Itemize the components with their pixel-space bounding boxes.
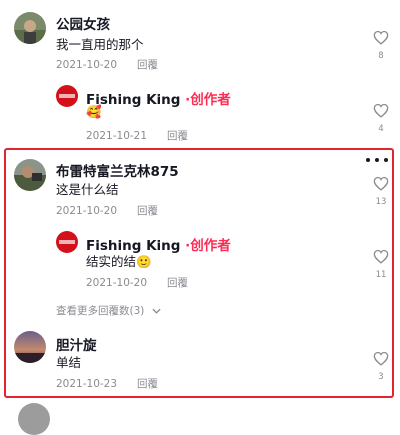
comment-meta: 2021-10-20 回覆 [56,57,158,72]
reply-text: 结实的结🙂 [86,254,152,269]
reply-username[interactable]: Fishing King ·创作者 [86,88,231,108]
reply-button[interactable]: 回覆 [137,205,158,217]
comment-date: 2021-10-20 [56,59,118,71]
more-options-button[interactable] [366,158,388,164]
comment-date: 2021-10-23 [56,378,118,390]
view-more-replies-button[interactable]: 查看更多回覆数(3) [56,303,161,318]
like-button[interactable]: 3 [373,351,389,382]
reply-meta: 2021-10-21 回覆 [86,128,188,143]
like-button[interactable]: 13 [373,176,389,207]
creator-badge: ·创作者 [185,92,231,108]
comment-username[interactable]: 公园女孩 [56,13,110,33]
reply-button[interactable]: 回覆 [137,59,158,71]
like-button[interactable]: 11 [373,249,389,280]
heart-icon [373,30,389,45]
comment-text: 单结 [56,355,82,370]
heart-icon [373,103,389,118]
avatar[interactable] [56,85,78,107]
reply-date: 2021-10-21 [86,130,148,142]
avatar[interactable] [14,12,46,44]
avatar[interactable] [14,331,46,363]
heart-icon [373,176,389,191]
creator-badge: ·创作者 [185,238,231,254]
avatar[interactable] [56,231,78,253]
like-button[interactable]: 4 [373,103,389,134]
comment-meta: 2021-10-20 回覆 [56,203,158,218]
heart-icon [373,249,389,264]
comment-text: 我一直用的那个 [56,37,144,52]
comment-text: 这是什么结 [56,182,119,197]
comment-date: 2021-10-20 [56,205,118,217]
heart-icon [373,351,389,366]
like-button[interactable]: 8 [373,30,389,61]
like-count: 4 [378,124,384,134]
comment-username[interactable]: 胆汁旋 [56,334,97,354]
reply-button[interactable]: 回覆 [137,378,158,390]
comment-username[interactable]: 布雷特富兰克林875 [56,160,179,180]
reply-button[interactable]: 回覆 [167,130,188,142]
comment-meta: 2021-10-23 回覆 [56,376,158,391]
reply-date: 2021-10-20 [86,277,148,289]
like-count: 8 [378,51,384,61]
like-count: 11 [375,270,387,280]
reply-button[interactable]: 回覆 [167,277,188,289]
avatar[interactable] [14,159,46,191]
reply-meta: 2021-10-20 回覆 [86,275,188,290]
like-count: 3 [378,372,384,382]
like-count: 13 [375,197,387,207]
reply-text: 🥰 [86,104,102,119]
chevron-down-icon [152,308,161,314]
